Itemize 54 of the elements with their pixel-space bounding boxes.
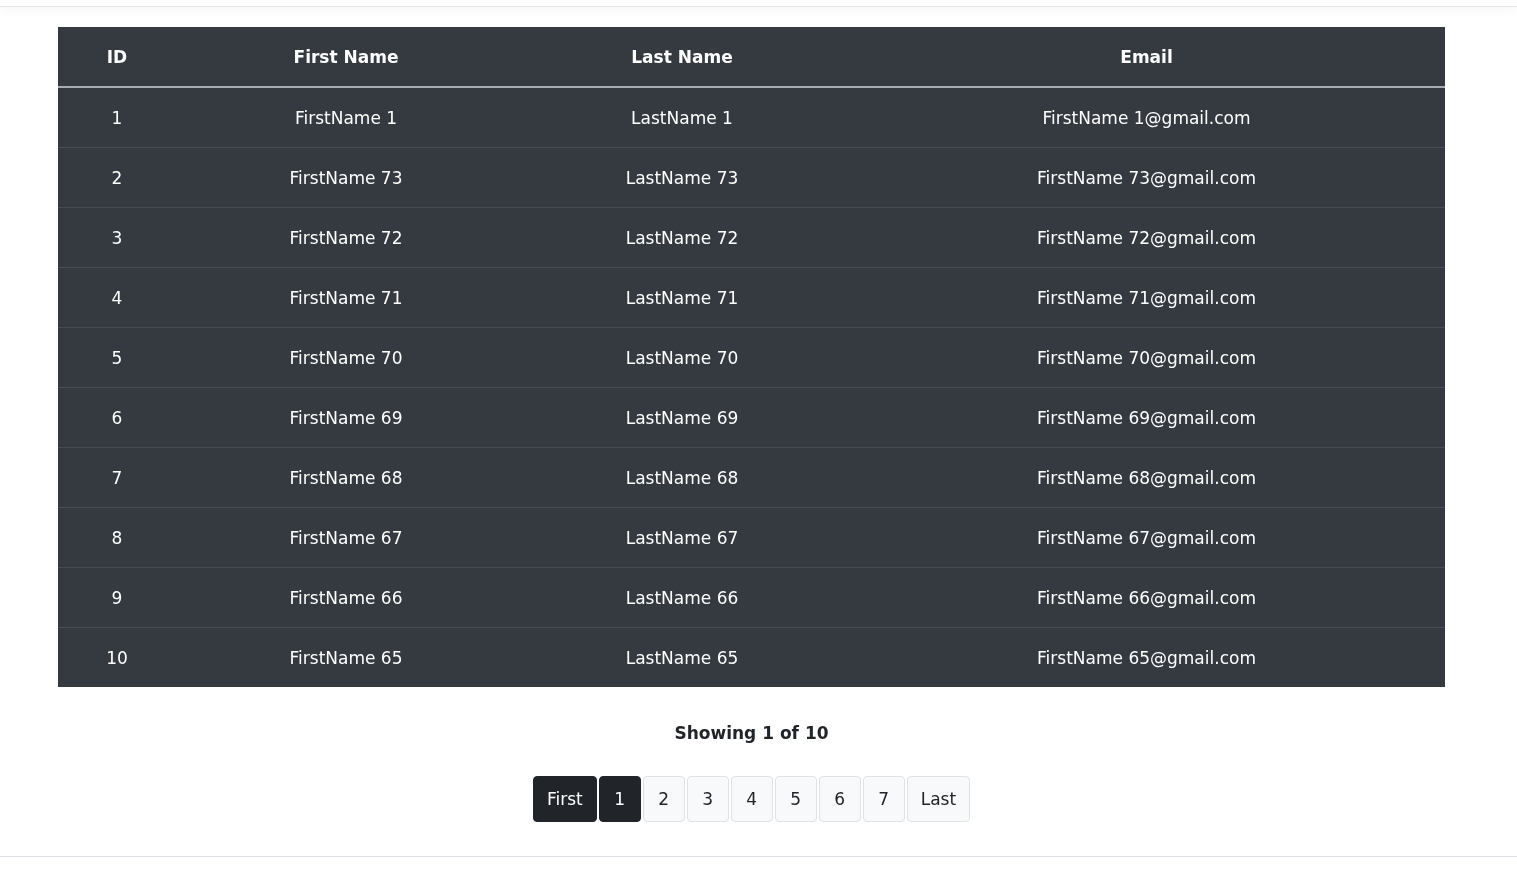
table-cell: LastName 72 bbox=[625, 227, 739, 248]
table-cell: 5 bbox=[111, 347, 123, 368]
page-button[interactable]: 7 bbox=[862, 776, 905, 822]
table-cell: FirstName 69@gmail.com bbox=[1037, 407, 1256, 428]
table-cell: LastName 73 bbox=[625, 167, 739, 188]
table-cell: FirstName 1@gmail.com bbox=[1042, 107, 1251, 128]
table-cell: FirstName 73 bbox=[289, 167, 403, 188]
page-button[interactable]: 5 bbox=[774, 776, 817, 822]
table-cell: FirstName 70@gmail.com bbox=[1037, 347, 1256, 368]
table-cell: 3 bbox=[111, 227, 123, 248]
table-cell: 2 bbox=[111, 167, 123, 188]
page-button[interactable]: 2 bbox=[642, 776, 685, 822]
results-summary: Showing 1 of 10 bbox=[673, 723, 830, 743]
table-cell: FirstName 71@gmail.com bbox=[1037, 287, 1256, 308]
table-cell: FirstName 65@gmail.com bbox=[1037, 647, 1256, 668]
column-header: Email bbox=[1120, 46, 1173, 67]
page-button[interactable]: 3 bbox=[686, 776, 729, 822]
table-cell: FirstName 72 bbox=[289, 227, 403, 248]
table-cell: FirstName 68 bbox=[289, 467, 403, 488]
table-cell: 9 bbox=[111, 587, 123, 608]
page-button[interactable]: First bbox=[532, 776, 597, 822]
table-cell: FirstName 72@gmail.com bbox=[1037, 227, 1256, 248]
table-cell: FirstName 67 bbox=[289, 527, 403, 548]
table-cell: 6 bbox=[111, 407, 123, 428]
table-cell: LastName 66 bbox=[625, 587, 739, 608]
table-cell: FirstName 66 bbox=[289, 587, 403, 608]
table-cell: LastName 70 bbox=[625, 347, 739, 368]
page-button[interactable]: Last bbox=[906, 776, 971, 822]
page-button[interactable]: 1 bbox=[598, 776, 641, 822]
table-cell: LastName 1 bbox=[631, 107, 733, 128]
table-cell: 7 bbox=[111, 467, 123, 488]
page-button[interactable]: 4 bbox=[730, 776, 773, 822]
table-cell: LastName 68 bbox=[625, 467, 739, 488]
table-cell: LastName 69 bbox=[625, 407, 739, 428]
table-cell: FirstName 70 bbox=[289, 347, 403, 368]
table-cell: FirstName 69 bbox=[289, 407, 403, 428]
table-cell: 8 bbox=[111, 527, 123, 548]
table-cell: LastName 67 bbox=[625, 527, 739, 548]
table-cell: FirstName 67@gmail.com bbox=[1037, 527, 1256, 548]
table-cell: 1 bbox=[111, 107, 123, 128]
table-cell: FirstName 73@gmail.com bbox=[1037, 167, 1256, 188]
table-cell: 10 bbox=[106, 647, 128, 668]
table-cell: FirstName 68@gmail.com bbox=[1037, 467, 1256, 488]
column-header: ID bbox=[106, 46, 128, 67]
table-cell: FirstName 1 bbox=[294, 107, 398, 128]
table-cell: LastName 65 bbox=[625, 647, 739, 668]
table-cell: FirstName 65 bbox=[289, 647, 403, 668]
table-cell: LastName 71 bbox=[625, 287, 739, 308]
column-header: Last Name bbox=[631, 46, 733, 67]
table-cell: FirstName 66@gmail.com bbox=[1037, 587, 1256, 608]
table-cell: 4 bbox=[111, 287, 123, 308]
column-header: First Name bbox=[293, 46, 399, 67]
table-cell: FirstName 71 bbox=[289, 287, 403, 308]
page-button[interactable]: 6 bbox=[818, 776, 861, 822]
